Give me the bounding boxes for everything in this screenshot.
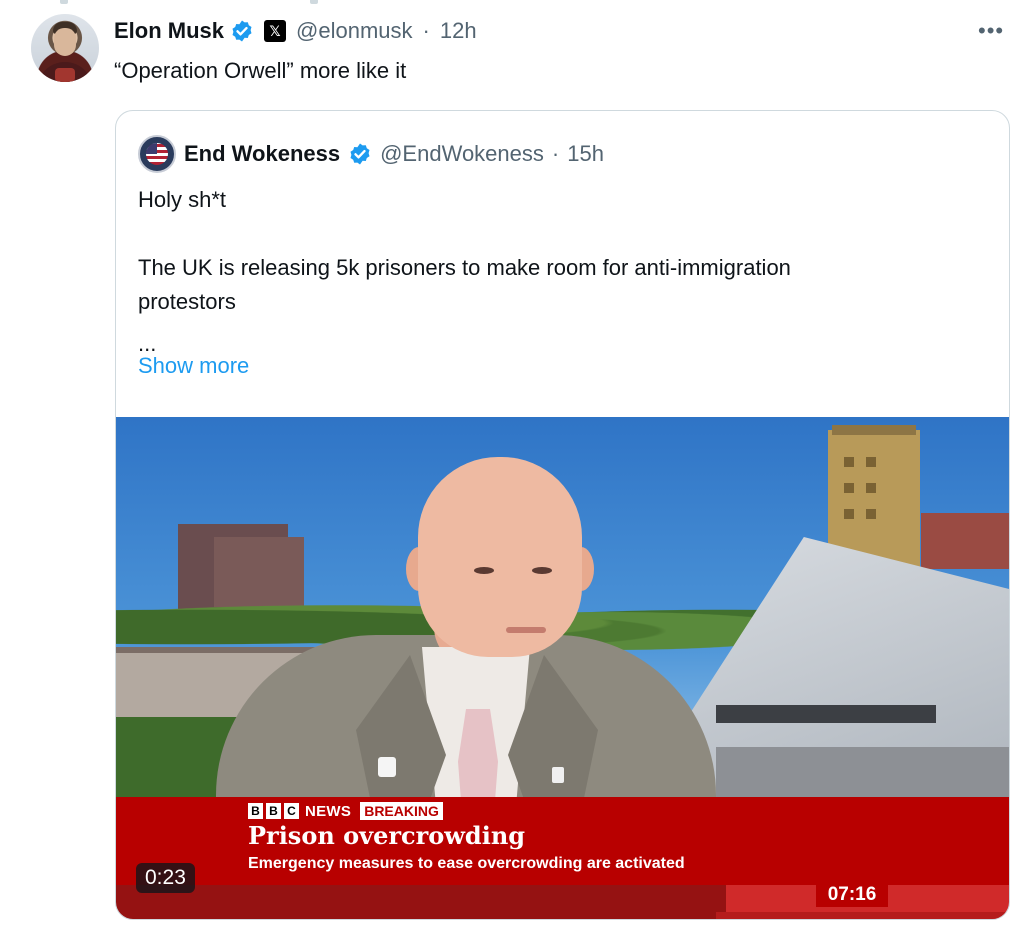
quoted-avatar[interactable] <box>138 135 176 173</box>
verified-badge-icon[interactable] <box>230 19 254 43</box>
presenter-figure <box>506 627 546 633</box>
quoted-tweet-header: End Wokeness @EndWokeness · 15h <box>138 135 604 173</box>
video-scenery <box>844 457 854 467</box>
quoted-text-line: Holy sh*t <box>138 187 227 212</box>
avatar[interactable] <box>31 14 99 82</box>
author-handle[interactable]: @elonmusk <box>296 18 413 44</box>
presenter-figure <box>474 567 494 574</box>
meta-separator: · <box>551 141 560 166</box>
bbc-letter: B <box>248 803 263 819</box>
bbc-letter: B <box>266 803 281 819</box>
quoted-author-name[interactable]: End Wokeness <box>184 141 340 167</box>
author-name[interactable]: Elon Musk <box>114 18 224 44</box>
breaking-badge: BREAKING <box>360 802 443 820</box>
avatar-face <box>54 28 76 56</box>
show-more-link[interactable]: Show more <box>138 353 249 379</box>
news-subline: Emergency measures to ease overcrowding … <box>248 855 685 872</box>
quoted-timestamp[interactable]: 15h <box>567 141 604 167</box>
lapel-pin-icon <box>552 767 564 783</box>
quoted-tweet-card[interactable]: End Wokeness @EndWokeness · 15h Holy sh*… <box>115 110 1010 920</box>
previous-tweet-edge <box>0 0 1024 6</box>
truncation-ellipsis: ... <box>138 331 157 356</box>
video-scenery <box>921 513 1009 569</box>
bbc-letter: C <box>284 803 299 819</box>
video-player[interactable]: B B C NEWS BREAKING Prison overcrowding … <box>116 417 1009 919</box>
broadcast-clock: 07:16 <box>816 883 888 907</box>
video-scenery <box>832 425 916 435</box>
video-scenery <box>844 509 854 519</box>
more-horizontal-icon[interactable]: ••• <box>978 18 1004 44</box>
video-scenery <box>866 509 876 519</box>
news-label: NEWS <box>305 802 352 820</box>
verified-badge-icon[interactable] <box>348 142 372 166</box>
video-scenery <box>866 457 876 467</box>
video-scenery <box>716 705 936 723</box>
video-scenery <box>716 912 1009 919</box>
news-ticker <box>116 885 726 919</box>
tweet-text: “Operation Orwell” more like it <box>114 58 407 83</box>
presenter-figure <box>418 457 582 657</box>
affiliate-x-icon[interactable]: 𝕏 <box>264 20 287 42</box>
tweet-timestamp[interactable]: 12h <box>440 18 477 44</box>
quoted-text-line: The UK is releasing 5k prisoners to make… <box>138 255 791 280</box>
clipped-glyph <box>60 0 68 4</box>
lapel-pin-icon <box>378 757 396 777</box>
video-scenery <box>844 483 854 493</box>
video-scenery <box>866 483 876 493</box>
avatar-shirt <box>37 62 93 82</box>
news-headline: Prison overcrowding <box>248 821 526 850</box>
clipped-glyph <box>310 0 318 4</box>
bbc-news-logo: B B C NEWS BREAKING <box>248 802 443 820</box>
quoted-text-line: protestors <box>138 289 236 314</box>
quoted-tweet-text: Holy sh*t The UK is releasing 5k prisone… <box>138 183 988 319</box>
quoted-author-handle[interactable]: @EndWokeness <box>380 141 544 167</box>
presenter-figure <box>532 567 552 574</box>
tweet-header: Elon Musk 𝕏 @elonmusk · 12h <box>114 15 477 47</box>
video-elapsed-time: 0:23 <box>136 863 195 893</box>
meta-separator: · <box>422 18 430 43</box>
